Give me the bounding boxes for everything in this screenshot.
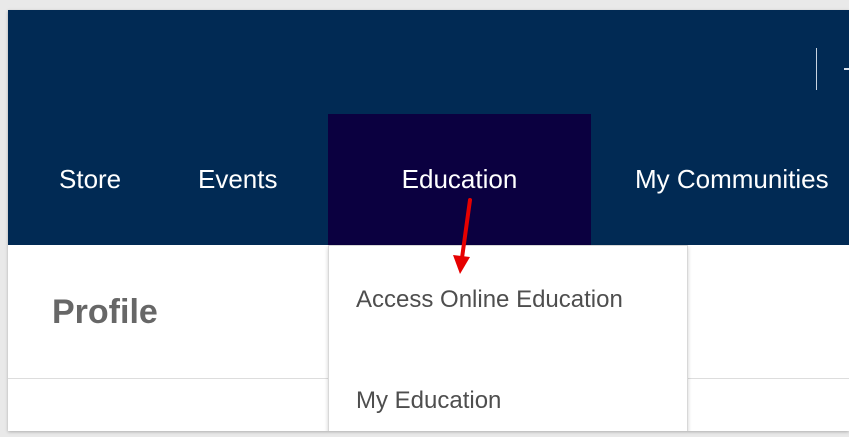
nav-item-store[interactable]: Store bbox=[59, 114, 121, 245]
user-menu-icon[interactable] bbox=[844, 62, 849, 76]
dropdown-item-access-online-education[interactable]: Access Online Education bbox=[356, 286, 623, 314]
nav-item-events[interactable]: Events bbox=[198, 114, 278, 245]
nav-item-my-communities[interactable]: My Communities bbox=[635, 114, 829, 245]
top-header: Store Events Education My Communities bbox=[8, 10, 849, 245]
header-divider bbox=[816, 48, 817, 90]
nav-item-education[interactable]: Education bbox=[328, 114, 591, 245]
education-dropdown-menu: Access Online Education My Education bbox=[328, 245, 688, 431]
app-window: Store Events Education My Communities Pr… bbox=[8, 10, 849, 431]
main-navigation: Store Events Education My Communities bbox=[8, 114, 849, 245]
page-title: Profile bbox=[52, 293, 158, 331]
dropdown-item-my-education[interactable]: My Education bbox=[356, 387, 501, 415]
